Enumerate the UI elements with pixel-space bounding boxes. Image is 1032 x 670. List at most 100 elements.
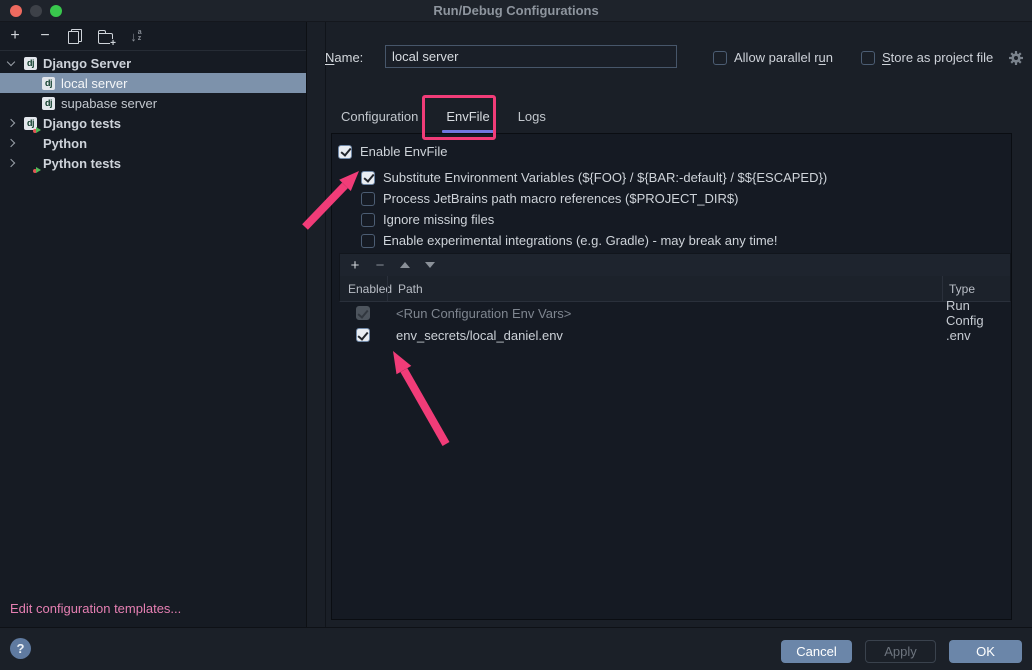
envfile-panel: Enable EnvFile Substitute Environment Var…: [331, 133, 1012, 620]
tree-item-local-server[interactable]: dj local server: [0, 73, 306, 93]
new-folder-icon[interactable]: [98, 28, 113, 44]
env-files-table: +− Enabled Path Type <Run Configuration …: [339, 253, 1011, 619]
add-icon[interactable]: +: [8, 28, 22, 44]
ok-button[interactable]: OK: [949, 640, 1022, 663]
tree-item-label: local server: [61, 76, 127, 91]
tree-item-label: supabase server: [61, 96, 157, 111]
tab-envfile[interactable]: EnvFile: [432, 100, 503, 133]
remove-icon[interactable]: −: [38, 28, 52, 44]
triangle-up-glyph: [400, 262, 410, 268]
sort-alpha-glyph: ↓az: [130, 30, 141, 43]
move-down-icon[interactable]: [424, 262, 436, 268]
tree-chevron-box: [4, 160, 18, 166]
option-label: Enable experimental integrations (e.g. G…: [383, 233, 778, 248]
help-button[interactable]: ?: [10, 638, 31, 659]
path-cell: <Run Configuration Env Vars>: [386, 306, 941, 321]
tree-item-python-tests[interactable]: Python tests: [0, 153, 306, 173]
tree-chevron-box: [4, 120, 18, 126]
new-folder-glyph: [98, 33, 113, 44]
option-ignore-missing-files[interactable]: Ignore missing files: [332, 209, 1011, 230]
tree-item-label: Django tests: [43, 116, 121, 131]
store-as-project-file-option[interactable]: Store as project file: [861, 50, 993, 65]
type-cell: .env: [941, 328, 1011, 343]
allow-parallel-run-label: Allow parallel run: [734, 50, 833, 65]
option-label: Ignore missing files: [383, 212, 494, 227]
django-icon: dj: [42, 77, 55, 90]
enabled-cell: [339, 328, 386, 342]
django-icon: dj: [42, 97, 55, 110]
tree-chevron-box: [4, 140, 18, 146]
django-test-icon: dj: [24, 117, 37, 130]
option-label: Process JetBrains path macro references …: [383, 191, 738, 206]
allow-parallel-run-checkbox[interactable]: [713, 51, 727, 65]
tree-item-label: Python tests: [43, 156, 121, 171]
option-enable-envfile[interactable]: Enable EnvFile: [332, 141, 1011, 162]
sort-alpha-icon[interactable]: ↓az: [129, 28, 143, 44]
django-glyph: dj: [42, 97, 55, 110]
option-label: Substitute Environment Variables (${FOO}…: [383, 170, 827, 185]
chevron-right-icon[interactable]: [7, 119, 15, 127]
chevron-down-icon[interactable]: [7, 57, 15, 65]
tree-chevron-box: [4, 62, 18, 65]
django-glyph: dj: [42, 77, 55, 90]
env-file-row[interactable]: env_secrets/local_daniel.env.env: [339, 324, 1011, 346]
configurations-tree: dj Django Server dj local server dj supabase …: [0, 51, 306, 173]
python-test-icon: [24, 157, 37, 170]
checkbox[interactable]: [361, 171, 375, 185]
configurations-sidebar: +−↓az djDjango Serverdjlocal serverdjsup…: [0, 22, 307, 627]
config-tabs: ConfigurationEnvFileLogs: [327, 100, 560, 133]
tree-item-python[interactable]: Python: [0, 133, 306, 153]
run-debug-configurations-dialog: Run/Debug Configurations +−↓az djDjango …: [0, 0, 1032, 670]
column-header-enabled: Enabled: [340, 282, 387, 296]
envfile-options: Enable EnvFile Substitute Environment Var…: [332, 134, 1011, 251]
django-icon: dj: [24, 57, 37, 70]
env-file-row[interactable]: <Run Configuration Env Vars>Run Config: [339, 302, 1011, 324]
triangle-down-glyph: [425, 262, 435, 268]
remove-icon[interactable]: −: [374, 259, 386, 272]
column-header-path: Path: [387, 276, 942, 301]
apply-button[interactable]: Apply: [865, 640, 936, 663]
tree-item-label: Python: [43, 136, 87, 151]
tree-item-supabase-server[interactable]: dj supabase server: [0, 93, 306, 113]
checkbox[interactable]: [361, 234, 375, 248]
title-bar: Run/Debug Configurations: [0, 0, 1032, 22]
path-cell: env_secrets/local_daniel.env: [386, 328, 941, 343]
store-as-project-file-checkbox[interactable]: [861, 51, 875, 65]
python-icon: [24, 137, 37, 150]
tree-item-label: Django Server: [43, 56, 131, 71]
test-badge-icon: [33, 127, 41, 133]
store-as-project-file-label: Store as project file: [882, 50, 993, 65]
edit-configuration-templates-link[interactable]: Edit configuration templates...: [10, 601, 181, 616]
option-substitute-environment-variables[interactable]: Substitute Environment Variables (${FOO}…: [332, 167, 1011, 188]
tree-item-django-server[interactable]: dj Django Server: [0, 53, 306, 73]
checkbox[interactable]: [361, 192, 375, 206]
cancel-button[interactable]: Cancel: [781, 640, 852, 663]
name-input[interactable]: [385, 45, 677, 68]
chevron-right-icon[interactable]: [7, 139, 15, 147]
option-process-jetbrains-path-macro-references[interactable]: Process JetBrains path macro references …: [332, 188, 1011, 209]
type-cell: Run Config: [941, 298, 1011, 328]
gear-icon[interactable]: [1008, 50, 1024, 66]
test-badge-icon: [33, 167, 41, 173]
django-glyph: dj: [24, 57, 37, 70]
row-checkbox[interactable]: [356, 328, 370, 342]
sidebar-toolbar: +− ↓az: [0, 22, 306, 51]
checkbox[interactable]: [338, 145, 352, 159]
table-body: <Run Configuration Env Vars>Run Configen…: [339, 302, 1011, 346]
name-label: Name:: [325, 50, 363, 65]
dialog-footer: ? Cancel Apply OK: [0, 627, 1032, 670]
panel-divider: [325, 22, 326, 627]
checkbox[interactable]: [361, 213, 375, 227]
allow-parallel-run-option[interactable]: Allow parallel run: [713, 50, 833, 65]
add-icon[interactable]: +: [349, 259, 361, 272]
chevron-right-icon[interactable]: [7, 159, 15, 167]
move-up-icon[interactable]: [399, 262, 411, 268]
table-header: Enabled Path Type: [339, 276, 1011, 302]
copy-icon[interactable]: [68, 28, 82, 44]
enabled-cell: [339, 306, 386, 320]
tab-configuration[interactable]: Configuration: [327, 100, 432, 133]
tree-item-django-tests[interactable]: dj Django tests: [0, 113, 306, 133]
row-checkbox: [356, 306, 370, 320]
option-enable-experimental-integrations[interactable]: Enable experimental integrations (e.g. G…: [332, 230, 1011, 251]
tab-logs[interactable]: Logs: [504, 100, 560, 133]
